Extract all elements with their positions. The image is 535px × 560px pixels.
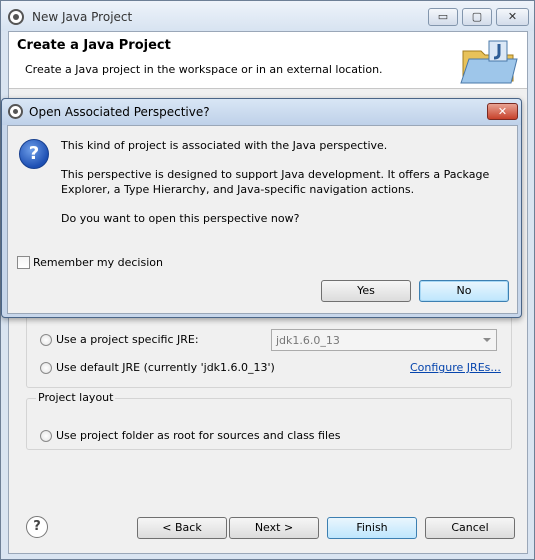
project-layout-group: Project layout <box>26 391 512 450</box>
jre-select[interactable]: jdk1.6.0_13 <box>271 329 497 351</box>
eclipse-icon <box>8 9 24 25</box>
yes-button[interactable]: Yes <box>321 280 411 302</box>
radio-default-jre-label: Use default JRE (currently 'jdk1.6.0_13'… <box>56 361 275 374</box>
question-icon: ? <box>19 139 49 169</box>
main-titlebar[interactable]: New Java Project ▭ ▢ ✕ <box>1 1 534 31</box>
next-button[interactable]: Next > <box>229 517 319 539</box>
back-button[interactable]: < Back <box>137 517 227 539</box>
wizard-title: Create a Java Project <box>17 38 171 53</box>
radio-default-jre[interactable] <box>40 362 52 374</box>
finish-button[interactable]: Finish <box>327 517 417 539</box>
dialog-close-button[interactable]: ✕ <box>487 103 518 120</box>
maximize-button[interactable]: ▢ <box>462 8 492 26</box>
radio-project-root-label: Use project folder as root for sources a… <box>56 429 341 442</box>
eclipse-icon <box>8 104 23 119</box>
project-layout-label: Project layout <box>36 391 116 404</box>
dialog-message-2: This perspective is designed to support … <box>61 168 490 196</box>
wizard-description: Create a Java project in the workspace o… <box>25 63 383 76</box>
close-window-button[interactable]: ✕ <box>496 8 529 26</box>
chevron-down-icon <box>483 338 491 342</box>
radio-project-root[interactable] <box>40 430 52 442</box>
jre-select-value: jdk1.6.0_13 <box>276 334 340 347</box>
dialog-body: ? This kind of project is associated wit… <box>7 125 518 314</box>
help-icon[interactable]: ? <box>26 516 48 538</box>
remember-decision-label[interactable]: Remember my decision <box>33 256 163 269</box>
java-folder-icon <box>460 40 518 84</box>
remember-decision-checkbox[interactable] <box>17 256 30 269</box>
dialog-message-1: This kind of project is associated with … <box>61 139 388 152</box>
cancel-button[interactable]: Cancel <box>425 517 515 539</box>
configure-jres-link[interactable]: Configure JREs... <box>410 361 501 374</box>
minimize-button[interactable]: ▭ <box>428 8 458 26</box>
dialog-message-3: Do you want to open this perspective now… <box>61 212 300 225</box>
main-window-title: New Java Project <box>32 10 133 24</box>
wizard-header: Create a Java Project Create a Java proj… <box>9 32 527 89</box>
dialog-title: Open Associated Perspective? <box>29 105 210 119</box>
no-button[interactable]: No <box>419 280 509 302</box>
dialog-titlebar[interactable]: Open Associated Perspective? ✕ <box>2 99 521 125</box>
radio-specific-jre-label: Use a project specific JRE: <box>56 333 199 346</box>
open-perspective-dialog: Open Associated Perspective? ✕ ? This ki… <box>1 98 522 318</box>
radio-specific-jre[interactable] <box>40 334 52 346</box>
